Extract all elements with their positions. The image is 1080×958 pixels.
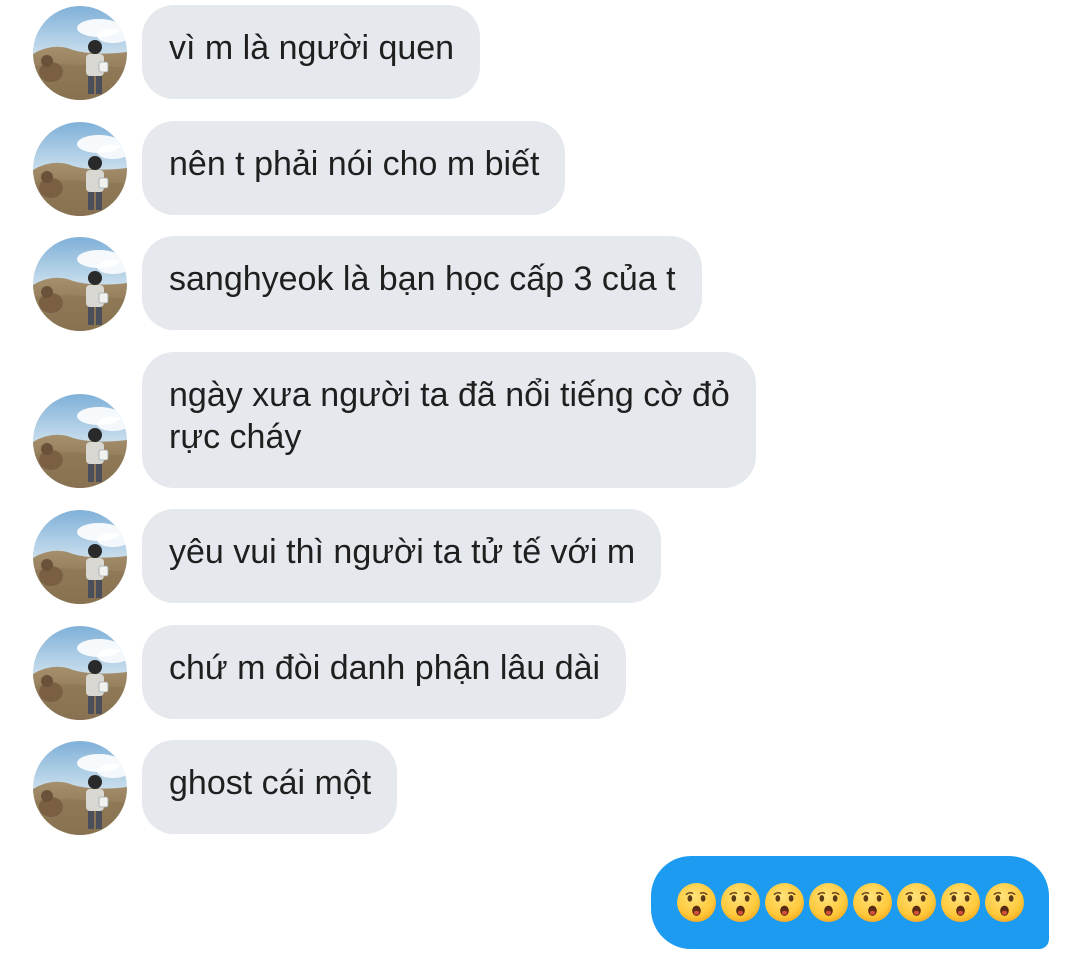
avatar[interactable]: [33, 6, 127, 100]
incoming-message-bubble[interactable]: yêu vui thì người ta tử tế với m: [142, 509, 662, 603]
frowning-face-with-open-mouth-icon: [676, 882, 717, 923]
incoming-message-bubble[interactable]: ngày xưa người ta đã nổi tiếng cờ đỏ rực…: [142, 352, 756, 488]
message-text-line-1: ngày xưa người ta đã nổi tiếng cờ đỏ: [169, 376, 730, 414]
frowning-face-with-open-mouth-icon: [940, 882, 981, 923]
avatar[interactable]: [33, 626, 127, 720]
emoji-row: [676, 882, 1025, 923]
frowning-face-with-open-mouth-icon: [896, 882, 937, 923]
frowning-face-with-open-mouth-icon: [764, 882, 805, 923]
avatar[interactable]: [33, 237, 127, 331]
outgoing-message-bubble[interactable]: [651, 856, 1049, 949]
message-text: sanghyeok là bạn học cấp 3 của t: [169, 260, 676, 298]
message-text: vì m là người quen: [169, 29, 455, 67]
incoming-message-bubble[interactable]: ghost cái một: [142, 740, 398, 834]
avatar[interactable]: [33, 394, 127, 488]
message-text: yêu vui thì người ta tử tế với m: [169, 533, 636, 571]
frowning-face-with-open-mouth-icon: [984, 882, 1025, 923]
message-text: chứ m đòi danh phận lâu dài: [169, 649, 601, 687]
frowning-face-with-open-mouth-icon: [808, 882, 849, 923]
frowning-face-with-open-mouth-icon: [720, 882, 761, 923]
incoming-message-bubble[interactable]: nên t phải nói cho m biết: [142, 121, 566, 215]
avatar[interactable]: [33, 510, 127, 604]
frowning-face-with-open-mouth-icon: [852, 882, 893, 923]
avatar[interactable]: [33, 741, 127, 835]
incoming-message-bubble[interactable]: chứ m đòi danh phận lâu dài: [142, 625, 627, 719]
message-text: nên t phải nói cho m biết: [169, 145, 540, 183]
message-text-line-2: rực cháy: [169, 418, 302, 456]
message-text: ghost cái một: [169, 764, 372, 802]
avatar[interactable]: [33, 122, 127, 216]
incoming-message-bubble[interactable]: vì m là người quen: [142, 5, 481, 99]
incoming-message-bubble[interactable]: sanghyeok là bạn học cấp 3 của t: [142, 236, 702, 330]
